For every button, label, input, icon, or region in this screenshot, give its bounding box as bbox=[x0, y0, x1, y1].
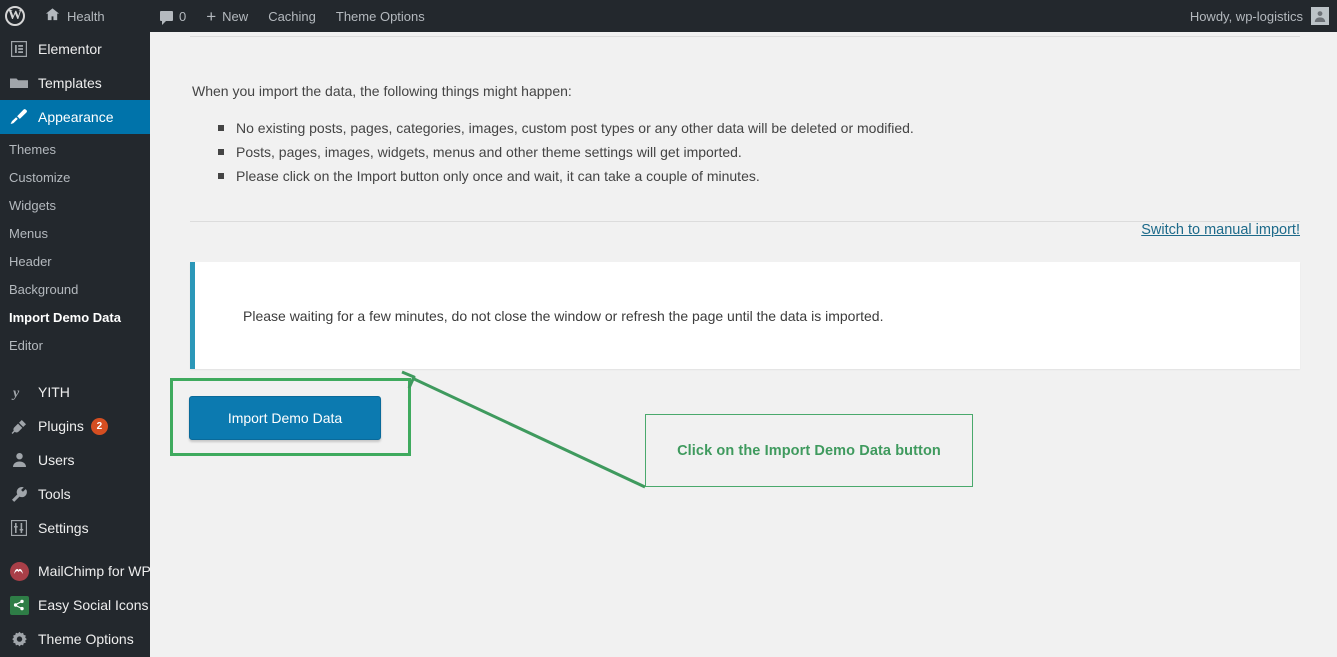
share-icon bbox=[9, 595, 29, 615]
top-divider bbox=[190, 36, 1300, 37]
mailchimp-glyph bbox=[9, 561, 29, 581]
sidebar-subitem-label: Import Demo Data bbox=[9, 310, 121, 325]
sidebar-item-label: Users bbox=[38, 452, 75, 468]
wordpress-logo-icon[interactable]: W bbox=[5, 6, 25, 26]
list-item: Posts, pages, images, widgets, menus and… bbox=[218, 140, 914, 164]
sidebar-menu-bottom: MailChimp for WP Easy Social Icons Theme… bbox=[0, 554, 151, 656]
yith-icon: y bbox=[9, 382, 29, 402]
annotation-text: Click on the Import Demo Data button bbox=[677, 442, 941, 459]
svg-text:y: y bbox=[11, 386, 20, 400]
admin-bar-caching[interactable]: Caching bbox=[258, 0, 326, 32]
admin-bar-theme-options-label: Theme Options bbox=[335, 8, 425, 24]
admin-bar-left-group: 0 + New Caching Theme Options bbox=[150, 0, 435, 32]
sidebar-subitem-customize[interactable]: Customize bbox=[0, 164, 150, 192]
sidebar-subitem-import-demo-data[interactable]: Import Demo Data bbox=[0, 304, 150, 332]
import-demo-data-button[interactable]: Import Demo Data bbox=[189, 396, 381, 440]
sidebar-item-settings[interactable]: Settings bbox=[0, 511, 150, 545]
sidebar-divider-2 bbox=[0, 545, 150, 554]
import-warnings-list: No existing posts, pages, categories, im… bbox=[218, 116, 914, 188]
bottom-divider bbox=[190, 221, 1300, 222]
sidebar-item-elementor[interactable]: Elementor bbox=[0, 32, 150, 66]
sidebar-subitem-menus[interactable]: Menus bbox=[0, 220, 150, 248]
sidebar-item-easy-social-icons[interactable]: Easy Social Icons bbox=[0, 588, 150, 622]
sidebar-item-label: Easy Social Icons bbox=[38, 597, 149, 613]
sidebar-subitem-header[interactable]: Header bbox=[0, 248, 150, 276]
sidebar-subitem-widgets[interactable]: Widgets bbox=[0, 192, 150, 220]
sidebar-subitem-label: Background bbox=[9, 282, 79, 297]
sidebar-item-appearance[interactable]: Appearance bbox=[0, 100, 158, 134]
sidebar-item-plugins[interactable]: Plugins 2 bbox=[0, 409, 150, 443]
plugins-update-badge: 2 bbox=[90, 417, 108, 435]
comment-count: 0 bbox=[179, 8, 187, 24]
list-item: Please click on the Import button only o… bbox=[218, 164, 914, 188]
paintbrush-icon bbox=[9, 107, 29, 127]
main-content: When you import the data, the following … bbox=[150, 32, 1337, 657]
sidebar-item-label: Elementor bbox=[38, 41, 102, 57]
notice-text: Please waiting for a few minutes, do not… bbox=[243, 307, 884, 324]
sliders-icon bbox=[9, 518, 29, 538]
admin-bar-caching-label: Caching bbox=[268, 8, 316, 24]
avatar bbox=[1311, 7, 1329, 25]
admin-bar-new[interactable]: + New bbox=[196, 0, 258, 32]
user-icon bbox=[9, 450, 29, 470]
sidebar-item-label: Templates bbox=[38, 75, 102, 91]
list-item: No existing posts, pages, categories, im… bbox=[218, 116, 914, 140]
share-glyph bbox=[9, 595, 29, 615]
wp-logo-row[interactable]: W Health bbox=[0, 0, 150, 32]
sidebar-item-label: MailChimp for WP bbox=[38, 563, 151, 579]
sidebar-subitem-editor[interactable]: Editor bbox=[0, 332, 150, 360]
admin-bar: 0 + New Caching Theme Options Howdy, wp-… bbox=[0, 0, 1337, 32]
import-status-notice: Please waiting for a few minutes, do not… bbox=[190, 262, 1300, 369]
sidebar-item-label: YITH bbox=[38, 384, 70, 400]
sidebar-item-templates[interactable]: Templates bbox=[0, 66, 150, 100]
folder-icon bbox=[9, 73, 29, 93]
sidebar-item-label: Settings bbox=[38, 520, 89, 536]
annotation-callout: Click on the Import Demo Data button bbox=[645, 414, 973, 487]
admin-bar-theme-options[interactable]: Theme Options bbox=[326, 0, 435, 32]
sidebar-subitem-label: Customize bbox=[9, 170, 71, 185]
sidebar-item-tools[interactable]: Tools bbox=[0, 477, 150, 511]
admin-bar-new-label: New bbox=[222, 8, 249, 24]
admin-bar-account[interactable]: Howdy, wp-logistics bbox=[1190, 0, 1329, 32]
admin-sidebar: W Health Elementor Templates Appearance … bbox=[0, 0, 158, 657]
admin-bar-comments[interactable]: 0 bbox=[150, 0, 196, 32]
sidebar-menu-top: Elementor Templates Appearance bbox=[0, 32, 158, 134]
elementor-icon bbox=[9, 39, 29, 59]
sidebar-item-label: Appearance bbox=[38, 109, 114, 125]
admin-bar-site-name: Health bbox=[67, 8, 105, 24]
sidebar-item-label: Theme Options bbox=[38, 631, 134, 647]
sidebar-submenu-appearance: Themes Customize Widgets Menus Header Ba… bbox=[0, 134, 150, 366]
sidebar-item-theme-options[interactable]: Theme Options bbox=[0, 622, 150, 656]
sidebar-subitem-themes[interactable]: Themes bbox=[0, 136, 150, 164]
wrench-icon bbox=[9, 484, 29, 504]
plus-icon: + bbox=[206, 6, 217, 26]
plug-icon bbox=[9, 416, 29, 436]
intro-text: When you import the data, the following … bbox=[192, 83, 572, 99]
sidebar-item-label: Tools bbox=[38, 486, 71, 502]
sidebar-subitem-background[interactable]: Background bbox=[0, 276, 150, 304]
sidebar-item-mailchimp-for-wp[interactable]: MailChimp for WP bbox=[0, 554, 151, 588]
sidebar-item-users[interactable]: Users bbox=[0, 443, 150, 477]
sidebar-subitem-label: Widgets bbox=[9, 198, 56, 213]
sidebar-subitem-label: Editor bbox=[9, 338, 43, 353]
sidebar-menu-middle: y YITH Plugins 2 Users Tools Settings bbox=[0, 375, 150, 545]
sidebar-subitem-label: Menus bbox=[9, 226, 49, 241]
sidebar-item-label: Plugins bbox=[38, 418, 84, 434]
screen: 0 + New Caching Theme Options Howdy, wp-… bbox=[0, 0, 1337, 657]
sidebar-item-yith[interactable]: y YITH bbox=[0, 375, 150, 409]
howdy-label: Howdy, wp-logistics bbox=[1189, 8, 1303, 24]
home-icon bbox=[45, 7, 60, 25]
mailchimp-icon bbox=[9, 561, 29, 581]
gear-icon bbox=[9, 629, 29, 649]
sidebar-subitem-label: Header bbox=[9, 254, 52, 269]
sidebar-subitem-label: Themes bbox=[9, 142, 56, 157]
switch-to-manual-import-link[interactable]: Switch to manual import! bbox=[1141, 222, 1300, 238]
comment-bubble-icon bbox=[160, 11, 173, 25]
sidebar-divider bbox=[0, 366, 150, 375]
